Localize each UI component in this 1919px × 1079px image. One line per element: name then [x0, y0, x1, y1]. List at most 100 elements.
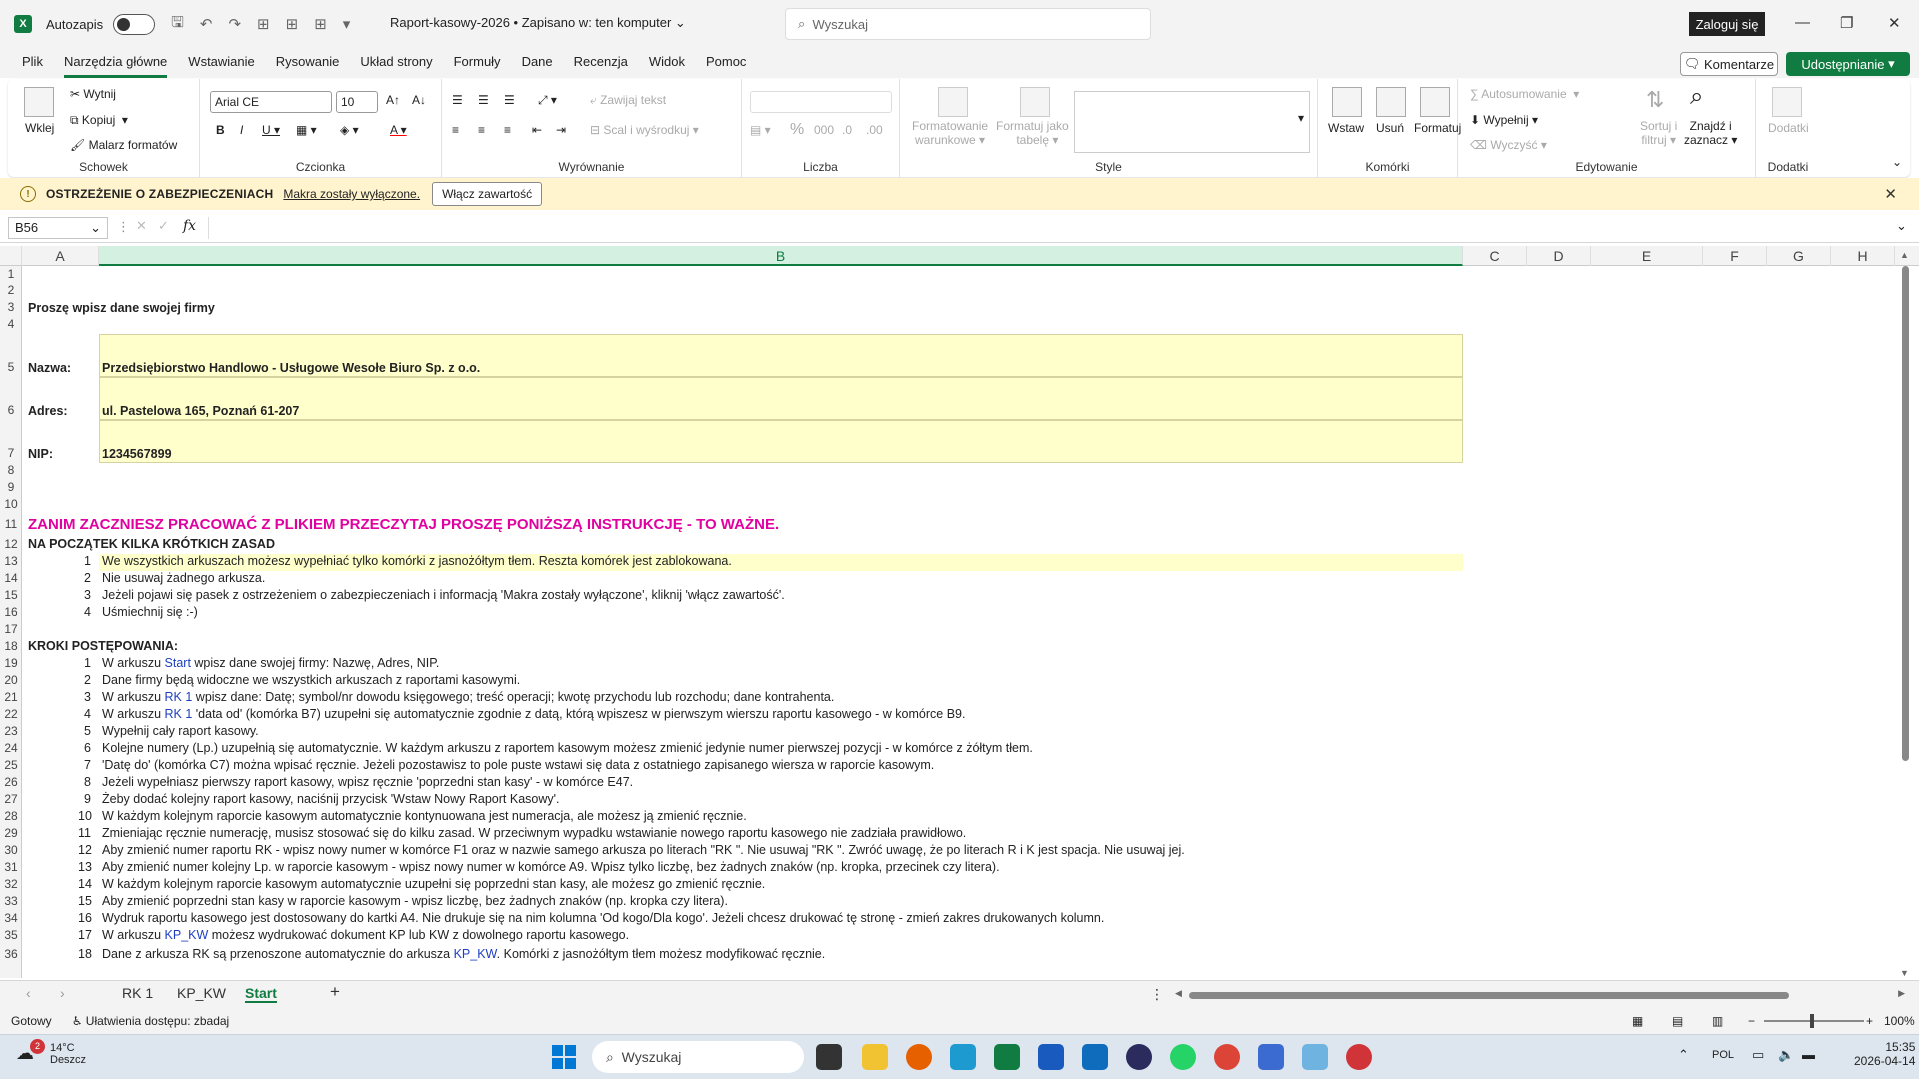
row-header[interactable]: 3: [0, 300, 22, 314]
comma-style-icon[interactable]: 000: [814, 123, 834, 137]
task-view-icon[interactable]: [816, 1044, 842, 1070]
sheet-tab-start[interactable]: Start: [245, 985, 277, 1003]
tab-narzedzia-glowne[interactable]: Narzędzia główne: [63, 48, 168, 78]
autosum-button[interactable]: ∑ Autosumowanie ▾: [1470, 87, 1579, 101]
zoom-out-icon[interactable]: −: [1748, 1014, 1755, 1028]
paste-button[interactable]: Wklej: [25, 121, 54, 135]
row-header[interactable]: 28: [0, 809, 22, 823]
scroll-down-icon[interactable]: ▼: [1900, 968, 1909, 978]
tab-wstawianie[interactable]: Wstawianie: [188, 48, 254, 78]
borders-icon[interactable]: ▦ ▾: [296, 123, 317, 137]
collapse-ribbon-icon[interactable]: ⌄: [1892, 155, 1902, 169]
format-as-table-button[interactable]: Formatuj jako tabelę ▾: [996, 119, 1069, 147]
conditional-formatting-button[interactable]: Formatowanie warunkowe ▾: [912, 119, 988, 147]
bold-icon[interactable]: B: [216, 123, 225, 137]
align-right-icon[interactable]: ≡: [504, 123, 511, 137]
enable-content-button[interactable]: Włącz zawartość: [432, 182, 543, 206]
sheet-tab-kp-kw[interactable]: KP_KW: [177, 985, 226, 1001]
scroll-up-icon[interactable]: ▲: [1900, 250, 1909, 260]
column-header-c[interactable]: C: [1463, 246, 1527, 266]
tab-plik[interactable]: Plik: [22, 48, 43, 78]
tab-formuly[interactable]: Formuły: [454, 48, 501, 78]
weather-widget[interactable]: ☁ 2: [16, 1039, 45, 1069]
decrease-decimal-icon[interactable]: .00: [866, 123, 883, 137]
align-top-icon[interactable]: ☰: [452, 93, 463, 107]
tab-uklad-strony[interactable]: Układ strony: [360, 48, 432, 78]
row-header[interactable]: 14: [0, 571, 22, 585]
row-header[interactable]: 23: [0, 724, 22, 738]
hierarchy-icon[interactable]: ⊞: [257, 15, 270, 33]
add-sheet-icon[interactable]: +: [330, 982, 340, 1002]
row-header[interactable]: 29: [0, 826, 22, 840]
company-nip-cell[interactable]: 1234567899: [102, 447, 172, 461]
outlook-taskbar-icon[interactable]: [1082, 1044, 1108, 1070]
row-header[interactable]: 2: [0, 283, 22, 297]
signin-button[interactable]: Zaloguj się: [1689, 12, 1765, 36]
row-header[interactable]: 31: [0, 860, 22, 874]
restore-icon[interactable]: ❐: [1840, 14, 1853, 32]
customize-qat-icon[interactable]: ▾: [343, 15, 351, 33]
conditional-formatting-icon[interactable]: [938, 87, 968, 117]
addins-button[interactable]: Dodatki: [1768, 121, 1809, 135]
tab-widok[interactable]: Widok: [649, 48, 685, 78]
security-app-icon[interactable]: [950, 1044, 976, 1070]
page-layout-icon[interactable]: ▤: [1672, 1014, 1683, 1028]
row-header[interactable]: 4: [0, 317, 22, 331]
next-sheet-icon[interactable]: ›: [60, 985, 65, 1001]
language-indicator[interactable]: POL: [1712, 1049, 1734, 1061]
hierarchy-icon-3[interactable]: ⊞: [314, 15, 327, 33]
taskbar-search[interactable]: ⌕ Wyszukaj: [592, 1041, 804, 1073]
row-header[interactable]: 33: [0, 894, 22, 908]
column-header-b[interactable]: B: [99, 246, 1463, 266]
horizontal-scrollbar[interactable]: ◀ ▶: [1175, 988, 1905, 1000]
close-icon[interactable]: ✕: [1888, 14, 1901, 32]
column-header-a[interactable]: A: [22, 246, 99, 266]
company-address-cell[interactable]: ul. Pastelowa 165, Poznań 61-207: [102, 404, 299, 418]
prev-sheet-icon[interactable]: ‹: [26, 985, 31, 1001]
row-header[interactable]: 15: [0, 588, 22, 602]
row-header[interactable]: 1: [0, 267, 22, 281]
company-name-cell[interactable]: Przedsiębiorstwo Handlowo - Usługowe Wes…: [102, 361, 480, 375]
more-options-icon[interactable]: ⋮: [1150, 986, 1164, 1003]
format-painter-button[interactable]: 🖌 Malarz formatów: [70, 138, 177, 152]
file-explorer-icon[interactable]: [862, 1044, 888, 1070]
row-header[interactable]: 20: [0, 673, 22, 687]
copy-button[interactable]: ⧉ Kopiuj ▾: [70, 113, 128, 128]
format-as-table-icon[interactable]: [1020, 87, 1050, 117]
delete-cells-icon[interactable]: [1376, 87, 1406, 117]
save-icon[interactable]: 🖫: [171, 12, 184, 37]
increase-indent-icon[interactable]: ⇥: [556, 123, 566, 137]
tab-pomoc[interactable]: Pomoc: [706, 48, 746, 78]
insert-cells-button[interactable]: Wstaw: [1328, 121, 1364, 135]
row-header[interactable]: 10: [0, 497, 22, 511]
insert-cells-icon[interactable]: [1332, 87, 1362, 117]
sort-filter-icon[interactable]: ⇅: [1646, 87, 1664, 113]
number-format-select[interactable]: [750, 91, 892, 113]
accounting-icon[interactable]: ▤ ▾: [750, 123, 771, 137]
row-header[interactable]: 26: [0, 775, 22, 789]
clear-button[interactable]: ⌫ Wyczyść ▾: [1470, 138, 1547, 152]
excel-taskbar-icon[interactable]: [994, 1044, 1020, 1070]
row-header[interactable]: 7: [0, 446, 22, 460]
worksheet-grid[interactable]: Proszę wpisz dane swojej firmy Nazwa: Pr…: [22, 266, 1902, 978]
row-header[interactable]: 22: [0, 707, 22, 721]
merge-center-button[interactable]: ⊟ Scal i wyśrodkuj ▾: [590, 123, 699, 137]
comments-button[interactable]: 🗨 Komentarze: [1680, 52, 1778, 76]
enter-icon[interactable]: ✓: [158, 218, 169, 234]
insert-function-icon[interactable]: fx: [183, 218, 196, 234]
word-taskbar-icon[interactable]: [1038, 1044, 1064, 1070]
decrease-indent-icon[interactable]: ⇤: [532, 123, 542, 137]
row-header[interactable]: 13: [0, 554, 22, 568]
accessibility-check[interactable]: ♿ Ułatwienia dostępu: zbadaj: [72, 1014, 230, 1028]
firefox-icon[interactable]: [906, 1044, 932, 1070]
volume-icon[interactable]: 🔈: [1778, 1047, 1794, 1063]
close-icon[interactable]: ✕: [1884, 185, 1897, 203]
row-header[interactable]: 18: [0, 639, 22, 653]
vpn-icon[interactable]: [1126, 1044, 1152, 1070]
select-all-corner[interactable]: [0, 246, 22, 266]
row-header[interactable]: 17: [0, 622, 22, 636]
share-button[interactable]: Udostępnianie ▾: [1786, 52, 1910, 76]
sort-filter-button[interactable]: Sortuj i filtruj ▾: [1640, 119, 1677, 147]
sheet-tab-rk1[interactable]: RK 1: [122, 985, 153, 1001]
italic-icon[interactable]: I: [240, 123, 243, 137]
